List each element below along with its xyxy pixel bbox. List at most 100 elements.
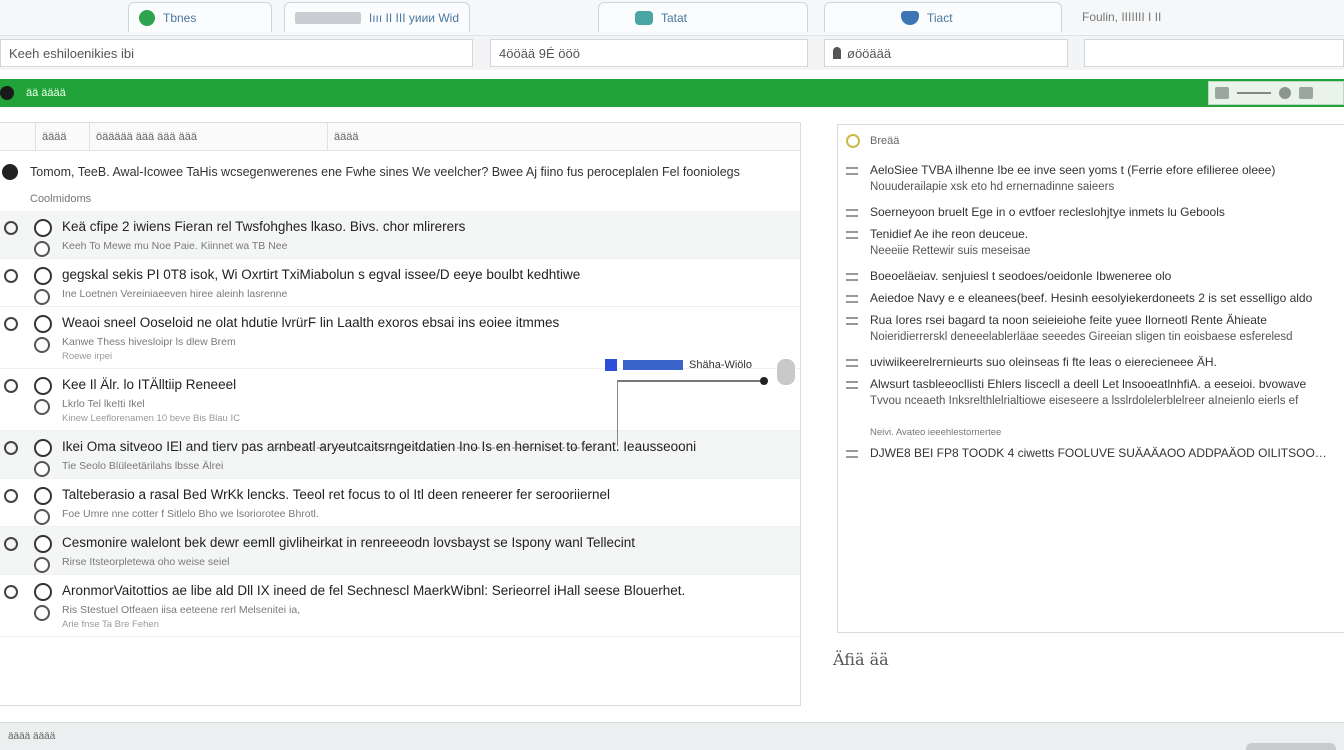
popover-handle[interactable] xyxy=(777,359,795,385)
pinned-row-title: Tomom, TeeB. Awal-Icowee TaHis wcsegenwe… xyxy=(30,165,740,179)
avatar xyxy=(34,315,52,333)
address-bar-1[interactable]: Keeh eshiloenikies ibi xyxy=(0,39,473,67)
status-pill[interactable] xyxy=(1246,743,1336,750)
list-item-title: Keä cfipe 2 iwiens Fieran rel Twsfohghes… xyxy=(62,219,466,234)
address-bar-3[interactable]: øööäää xyxy=(824,39,1068,67)
column-header-3[interactable]: ääää xyxy=(328,123,448,150)
detail-row[interactable]: AeloSiee TVBA ilhenne Ibe ee inve seen y… xyxy=(838,157,1344,179)
menu-icon[interactable] xyxy=(1299,87,1313,99)
list-item[interactable]: Talteberasio a rasal Bed WrKk lencks. Te… xyxy=(0,479,800,527)
avatar-secondary xyxy=(34,289,50,305)
detail-panel: Breää AeloSiee TVBA ilhenne Ibe ee inve … xyxy=(837,124,1344,633)
list-item-title: gegskal sekis PI 0T8 isok, Wi Oxrtirt Tx… xyxy=(62,267,581,282)
list-item[interactable]: AronmorVaitottios ae libe ald Dll IX ine… xyxy=(0,575,800,637)
list-item[interactable]: Keä cfipe 2 iwiens Fieran rel Twsfohghes… xyxy=(0,211,800,259)
slider-track[interactable] xyxy=(1237,92,1271,94)
waveform-divider xyxy=(272,447,596,449)
green-toolbar: ää ääää xyxy=(0,79,1344,107)
blue-bar-icon xyxy=(623,360,683,370)
pin-icon xyxy=(833,47,841,59)
column-header-2[interactable]: öäääää äää äää äää xyxy=(90,123,328,150)
row-icon xyxy=(846,167,858,175)
list-item-title: Cesmonire walelont bek dewr eemll givlih… xyxy=(62,535,636,550)
green-toolbar-label: ää ääää xyxy=(26,87,66,99)
detail-row-sub: Noieridierrerskl deneeelablerläae seeede… xyxy=(870,331,1293,343)
pinned-row[interactable]: Tomom, TeeB. Awal-Icowee TaHis wcsegenwe… xyxy=(0,151,800,193)
list-item-desc: Ris Stestuel Otfeaen iisa eeteene rerl M… xyxy=(62,604,301,616)
popover-label: Shäha-Wiölo xyxy=(689,359,752,371)
tab-4-label: Tiact xyxy=(927,10,953,25)
list-item-desc: Lkrlo Tel lkeIti Ikel xyxy=(62,398,145,410)
select-circle-icon[interactable] xyxy=(4,537,18,551)
detail-bottom-row[interactable]: DJWE8 BEI FP8 TOODK 4 ciwetts FOOLUVE SU… xyxy=(838,440,1344,462)
detail-row-group: Aeiedoe Navy e e eleanees(beef. Hesinh e… xyxy=(838,285,1344,307)
list-item[interactable]: Kee Il Älr. lo ITÄlltiip Reneeel Lkrlo Te… xyxy=(0,369,800,431)
detail-row[interactable]: uviwiikeerelrernieurts suo oleinseas fi … xyxy=(838,349,1344,371)
tab-2[interactable]: Iııı ΙΙ ΙΙΙ уиии Wid xyxy=(284,2,470,32)
list-item-desc: Keeh To Mewe mu Noe Paie. Kiinnet wa TB … xyxy=(62,240,288,252)
avatar-secondary xyxy=(34,461,50,477)
select-circle-icon[interactable] xyxy=(4,317,18,331)
list-item[interactable]: gegskal sekis PI 0T8 isok, Wi Oxrtirt Tx… xyxy=(0,259,800,307)
status-text: ääää ääää xyxy=(8,731,56,742)
avatar-secondary xyxy=(34,337,50,353)
select-circle-icon[interactable] xyxy=(4,269,18,283)
address-bar-2[interactable]: 4ööää 9É ööö xyxy=(490,39,808,67)
select-circle-icon[interactable] xyxy=(4,221,18,235)
address-bar-4[interactable] xyxy=(1084,39,1344,67)
detail-row[interactable]: Soerneyoon bruelt Ege in o evtfoer recle… xyxy=(838,199,1344,221)
list-item[interactable]: Ikei Oma sitveoo IEl and tierv pas arnbe… xyxy=(0,431,800,479)
tab-2-label: Iııı ΙΙ ΙΙΙ уиии Wid xyxy=(368,10,459,25)
tab-4[interactable]: Tiact xyxy=(824,2,1062,32)
row-icon xyxy=(846,450,858,458)
detail-row[interactable]: Aeiedoe Navy e e eleanees(beef. Hesinh e… xyxy=(838,285,1344,307)
column-header-1[interactable]: ääää xyxy=(36,123,90,150)
inline-popover[interactable]: Shäha-Wiölo xyxy=(605,353,795,385)
avatar xyxy=(34,219,52,237)
avatar-secondary xyxy=(34,557,50,573)
message-list: Keä cfipe 2 iwiens Fieran rel Twsfohghes… xyxy=(0,211,800,637)
pin-bullet-icon xyxy=(2,164,18,180)
row-icon xyxy=(846,359,858,367)
select-circle-icon[interactable] xyxy=(4,585,18,599)
row-icon xyxy=(846,273,858,281)
detail-row-text: Alwsurt tasbleeocllisti Ehlers liscecll … xyxy=(870,377,1307,391)
image-icon[interactable] xyxy=(1215,87,1229,99)
header-checkbox[interactable] xyxy=(0,123,36,150)
list-item-desc: Tie Seolo Blüleetärilahs lbsse Älrei xyxy=(62,460,224,472)
list-item-desc: Rirse Itsteorpletewa oho weise seiel xyxy=(62,556,230,568)
detail-row-group: Tenidief Ae ihe reon deuceue. Neeeiie Ret… xyxy=(838,221,1344,263)
avatar xyxy=(34,267,52,285)
green-smile-icon xyxy=(139,9,155,26)
row-icon xyxy=(846,381,858,389)
select-circle-icon[interactable] xyxy=(4,441,18,455)
detail-row[interactable]: Alwsurt tasbleeocllisti Ehlers liscecll … xyxy=(838,371,1344,393)
detail-row-text: Boeoeläeiav. senjuiesl t seodoes/oeidonl… xyxy=(870,269,1172,283)
detail-row-text: Soerneyoon bruelt Ege in o evtfoer recle… xyxy=(870,205,1225,219)
tab-5[interactable]: Foulin, ΙΙΙΙΙΙΙ Ι ΙΙ xyxy=(1072,2,1344,32)
teal-square-icon xyxy=(635,10,653,25)
select-circle-icon[interactable] xyxy=(4,379,18,393)
address-bar-1-text: Keeh eshiloenikies ibi xyxy=(9,45,135,61)
detail-header: Breää xyxy=(838,125,1344,157)
tab-strip: Tbnes Iııı ΙΙ ΙΙΙ уиии Wid Tatat Tiact F… xyxy=(0,0,1344,36)
connector-end-dot xyxy=(760,377,768,385)
row-icon xyxy=(846,295,858,303)
address-bar-2-text: 4ööää 9É ööö xyxy=(499,45,580,61)
detail-row-sub: Tvvou nceaeth Inksrelthlelrialtiowe eise… xyxy=(870,395,1299,407)
detail-row[interactable]: Tenidief Ae ihe reon deuceue. xyxy=(838,221,1344,243)
avatar-secondary xyxy=(34,605,50,621)
list-item-meta: Arie fnse Ta Bre Fehen xyxy=(62,619,159,630)
list-item[interactable]: Cesmonire walelont bek dewr eemll givlih… xyxy=(0,527,800,575)
select-circle-icon[interactable] xyxy=(4,489,18,503)
column-header: ääää öäääää äää äää äää ääää xyxy=(0,123,800,151)
tab-1[interactable]: Tbnes xyxy=(128,2,272,32)
address-bar-3-text: øööäää xyxy=(847,45,892,61)
avatar-secondary xyxy=(34,241,50,257)
detail-row[interactable]: Boeoeläeiav. senjuiesl t seodoes/oeidonl… xyxy=(838,263,1344,285)
detail-row-text: uviwiikeerelrernieurts suo oleinseas fi … xyxy=(870,355,1217,369)
tab-3[interactable]: Tatat xyxy=(598,2,808,32)
detail-bottom-row-text: DJWE8 BEI FP8 TOODK 4 ciwetts FOOLUVE SU… xyxy=(870,446,1336,460)
settings-icon[interactable] xyxy=(1279,87,1291,99)
detail-row[interactable]: Rua Iores rsei bagard ta noon seieieiohe… xyxy=(838,307,1344,329)
